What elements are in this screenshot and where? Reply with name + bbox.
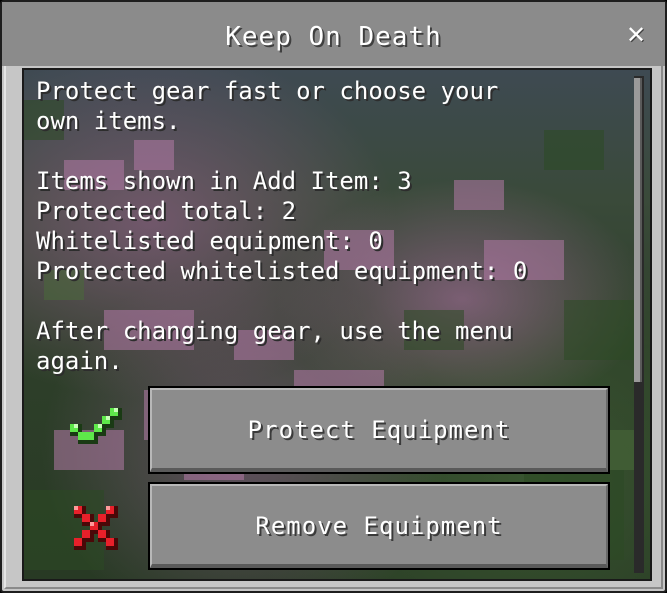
protect-equipment-button[interactable]: Protect Equipment — [148, 386, 610, 474]
content-panel: Protect gear fast or choose your own ite… — [22, 68, 652, 581]
intro-text-line-2: own items. — [36, 107, 181, 135]
dialog-title: Keep On Death — [225, 22, 442, 52]
close-icon[interactable]: ✕ — [625, 23, 647, 47]
intro-text-line-1: Protect gear fast or choose your — [36, 77, 499, 105]
red-x-icon — [74, 506, 118, 550]
note-text-line-1: After changing gear, use the menu — [36, 317, 513, 345]
info-text: Protect gear fast or choose your own ite… — [36, 76, 616, 376]
stat-protected-total: Protected total: 2 — [36, 197, 297, 225]
stat-whitelisted-equipment: Whitelisted equipment: 0 — [36, 227, 383, 255]
scrollbar-thumb[interactable] — [634, 78, 642, 382]
protect-equipment-row: Protect Equipment — [24, 386, 650, 478]
keep-on-death-dialog: Keep On Death ✕ Protect gear fast or cho… — [0, 0, 667, 593]
stat-protected-whitelisted-equipment: Protected whitelisted equipment: 0 — [36, 257, 528, 285]
title-bar: Keep On Death ✕ — [2, 2, 665, 66]
remove-equipment-label: Remove Equipment — [255, 512, 503, 540]
remove-equipment-row: Remove Equipment — [24, 482, 650, 574]
stat-items-shown: Items shown in Add Item: 3 — [36, 167, 412, 195]
green-checkmark-icon — [70, 408, 122, 444]
remove-equipment-button[interactable]: Remove Equipment — [148, 482, 610, 570]
protect-equipment-label: Protect Equipment — [247, 416, 511, 444]
note-text-line-2: again. — [36, 347, 123, 375]
